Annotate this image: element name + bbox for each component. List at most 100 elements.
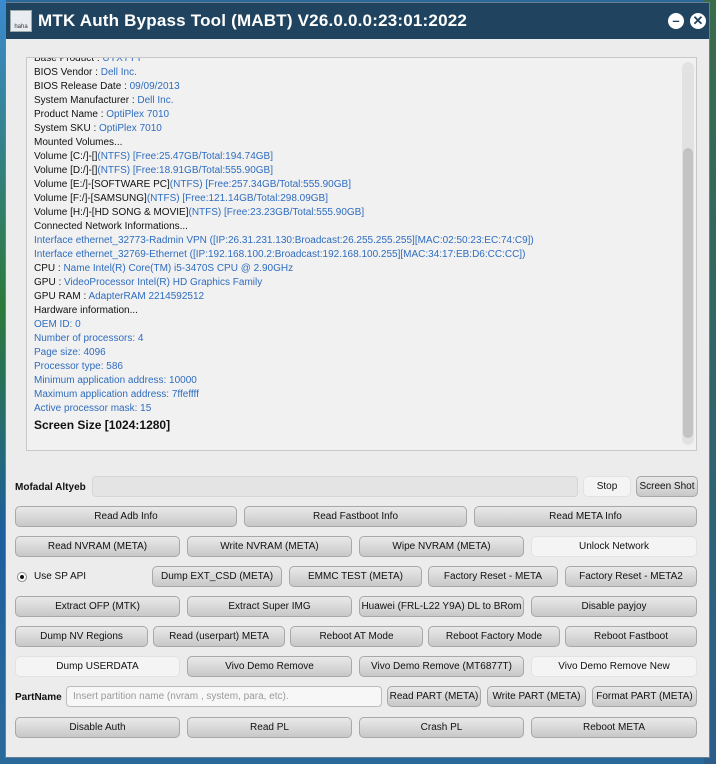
log-line: Processor type: 586 [34,360,676,374]
huawei-dl-to-brom-button[interactable]: Huawei (FRL-L22 Y9A) DL to BRom [359,596,524,617]
log-value: Number of processors: 4 [34,333,144,344]
app-logo-icon: haha [10,10,32,32]
log-key: GPU : [34,277,65,288]
log-value: (NTFS) [Free:25.47GB/Total:194.74GB] [97,151,273,162]
read-adb-info-button[interactable]: Read Adb Info [15,506,237,527]
read-userpart-meta-button[interactable]: Read (userpart) META [153,626,285,647]
emmc-test-button[interactable]: EMMC TEST (META) [289,566,422,587]
read-part-meta-button[interactable]: Read PART (META) [387,686,481,707]
partname-input[interactable]: Insert partition name (nvram , system, p… [66,686,382,707]
vivo-demo-remove-mt6877t-button[interactable]: Vivo Demo Remove (MT6877T) [359,656,524,677]
log-line: Base Product : UYXTYY [34,57,676,66]
log-line: Volume [C:/]-[](NTFS) [Free:25.47GB/Tota… [34,150,676,164]
use-sp-api-label: Use SP API [34,571,87,582]
log-value: UYXTYY [102,57,143,64]
log-key: GPU RAM : [34,291,89,302]
log-value: Name Intel(R) Core(TM) i5-3470S CPU @ 2.… [63,263,294,274]
log-key: Volume [F:/]-[SAMSUNG] [34,193,147,204]
log-key: Hardware information... [34,305,138,316]
log-scrollbar[interactable] [682,62,694,445]
extract-super-img-button[interactable]: Extract Super IMG [187,596,352,617]
log-key: Volume [H:/]-[HD SONG & MOVIE] [34,207,189,218]
log-value: Maximum application address: 7ffeffff [34,389,199,400]
log-value: Processor type: 586 [34,361,123,372]
factory-reset-meta-button[interactable]: Factory Reset - META [428,566,558,587]
screen-size-line: Screen Size [1024:1280] [34,418,171,432]
stop-button[interactable]: Stop [583,476,631,497]
log-line: Volume [D:/]-[](NTFS) [Free:18.91GB/Tota… [34,164,676,178]
vivo-demo-remove-new-button[interactable]: Vivo Demo Remove New [531,656,697,677]
log-scrollbar-thumb[interactable] [683,148,693,438]
minimize-icon[interactable]: – [668,13,684,29]
format-part-meta-button[interactable]: Format PART (META) [592,686,697,707]
dump-userdata-button[interactable]: Dump USERDATA [15,656,180,677]
read-nvram-meta-button[interactable]: Read NVRAM (META) [15,536,180,557]
close-icon[interactable]: ✕ [690,13,706,29]
log-value: VideoProcessor Intel(R) HD Graphics Fami… [64,277,263,288]
wipe-nvram-meta-button[interactable]: Wipe NVRAM (META) [359,536,524,557]
log-line: System Manufacturer : Dell Inc. [34,94,676,108]
crash-pl-button[interactable]: Crash PL [359,717,524,738]
extract-ofp-button[interactable]: Extract OFP (MTK) [15,596,180,617]
log-line: GPU RAM : AdapterRAM 2214592512 [34,290,676,304]
window-title: MTK Auth Bypass Tool (MABT) V26.0.0.0:23… [38,11,468,30]
use-sp-api-radio[interactable] [17,572,27,582]
reboot-meta-button[interactable]: Reboot META [531,717,697,738]
log-value: Interface ethernet_32769-Ethernet ([IP:1… [34,249,526,260]
disable-auth-button[interactable]: Disable Auth [15,717,180,738]
log-line: Interface ethernet_32773-Radmin VPN ([IP… [34,234,676,248]
log-value: (NTFS) [Free:121.14GB/Total:298.09GB] [146,193,329,204]
app-logo-text: haha [14,24,28,30]
log-key: BIOS Release Date : [34,81,130,92]
screenshot-button[interactable]: Screen Shot [636,476,698,497]
log-line: Active processor mask: 15 [34,402,676,416]
factory-reset-meta2-button[interactable]: Factory Reset - META2 [565,566,697,587]
log-line: BIOS Vendor : Dell Inc. [34,66,676,80]
log-value: (NTFS) [Free:257.34GB/Total:555.90GB] [169,179,351,190]
log-line: Interface ethernet_32769-Ethernet ([IP:1… [34,248,676,262]
log-key: Base Product : [34,57,103,64]
log-line: System SKU : OptiPlex 7010 [34,122,676,136]
log-value: (NTFS) [Free:18.91GB/Total:555.90GB] [97,165,273,176]
progress-field [92,476,578,497]
title-bar: haha MTK Auth Bypass Tool (MABT) V26.0.0… [6,3,709,39]
write-nvram-meta-button[interactable]: Write NVRAM (META) [187,536,352,557]
log-line: GPU : VideoProcessor Intel(R) HD Graphic… [34,276,676,290]
reboot-factory-mode-button[interactable]: Reboot Factory Mode [428,626,560,647]
log-value: Interface ethernet_32773-Radmin VPN ([IP… [34,235,534,246]
log-line: OEM ID: 0 [34,318,676,332]
log-key: CPU : [34,263,64,274]
log-value: Active processor mask: 15 [34,403,152,414]
log-line: Hardware information... [34,304,676,318]
log-key: Connected Network Informations... [34,221,188,232]
write-part-meta-button[interactable]: Write PART (META) [487,686,586,707]
log-key: System SKU : [34,123,100,134]
log-key: Volume [E:/]-[SOFTWARE PC] [34,179,170,190]
log-value: OEM ID: 0 [34,319,81,330]
log-output-panel[interactable]: Base Product : UYXTYY BIOS Vendor : Dell … [26,57,697,451]
read-meta-info-button[interactable]: Read META Info [474,506,697,527]
read-fastboot-info-button[interactable]: Read Fastboot Info [244,506,467,527]
app-window: haha MTK Auth Bypass Tool (MABT) V26.0.0… [5,2,710,758]
log-line: Volume [E:/]-[SOFTWARE PC](NTFS) [Free:2… [34,178,676,192]
log-key: Mounted Volumes... [34,137,123,148]
log-line: Volume [F:/]-[SAMSUNG](NTFS) [Free:121.1… [34,192,676,206]
vivo-demo-remove-button[interactable]: Vivo Demo Remove [187,656,352,677]
log-key: System Manufacturer : [34,95,138,106]
log-value: Dell Inc. [137,95,174,106]
partname-label: PartName [15,692,62,703]
log-line: Volume [H:/]-[HD SONG & MOVIE](NTFS) [Fr… [34,206,676,220]
read-pl-button[interactable]: Read PL [187,717,352,738]
log-line: Mounted Volumes... [34,136,676,150]
dump-nv-regions-button[interactable]: Dump NV Regions [15,626,148,647]
disable-payjoy-button[interactable]: Disable payjoy [531,596,697,617]
log-key: BIOS Vendor : [34,67,101,78]
unlock-network-button[interactable]: Unlock Network [531,536,697,557]
log-line: BIOS Release Date : 09/09/2013 [34,80,676,94]
log-value: AdapterRAM 2214592512 [88,291,205,302]
reboot-at-mode-button[interactable]: Reboot AT Mode [290,626,423,647]
log-line: Connected Network Informations... [34,220,676,234]
log-value: OptiPlex 7010 [99,123,162,134]
reboot-fastboot-button[interactable]: Reboot Fastboot [565,626,697,647]
dump-ext-csd-button[interactable]: Dump EXT_CSD (META) [152,566,282,587]
